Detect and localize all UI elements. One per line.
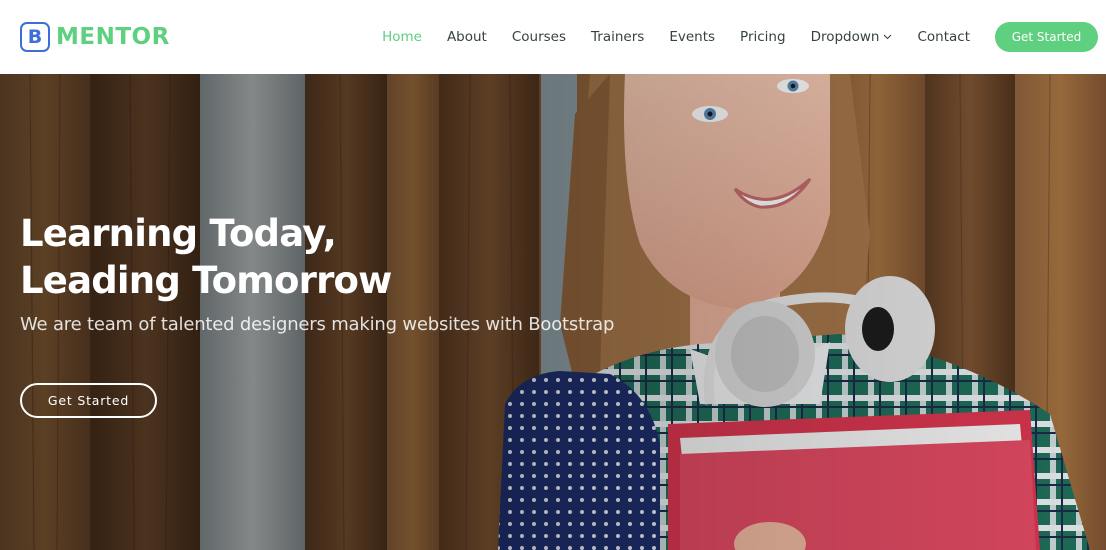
logo-text: MENTOR — [56, 24, 170, 50]
chevron-down-icon — [883, 34, 892, 40]
main-nav: Home About Courses Trainers Events Prici… — [357, 22, 1098, 52]
nav-contact[interactable]: Contact — [917, 29, 970, 45]
hero-content: Learning Today, Leading Tomorrow We are … — [20, 210, 614, 418]
nav-home[interactable]: Home — [382, 29, 422, 45]
nav-dropdown[interactable]: Dropdown — [811, 29, 893, 45]
hero-subtitle: We are team of talented designers making… — [20, 314, 615, 335]
logo-icon: B — [20, 22, 50, 52]
nav-events[interactable]: Events — [669, 29, 715, 45]
nav-about[interactable]: About — [447, 29, 487, 45]
get-started-hero-button[interactable]: Get Started — [20, 383, 157, 418]
nav-dropdown-label: Dropdown — [810, 29, 880, 45]
nav-courses[interactable]: Courses — [512, 29, 566, 45]
hero-title-line1: Learning Today, — [20, 212, 337, 255]
nav-pricing[interactable]: Pricing — [740, 29, 786, 45]
hero-section: Learning Today, Leading Tomorrow We are … — [0, 74, 1106, 550]
get-started-nav-button[interactable]: Get Started — [995, 22, 1098, 52]
logo[interactable]: B MENTOR — [20, 22, 170, 52]
hero-title: Learning Today, Leading Tomorrow — [20, 210, 614, 304]
nav-trainers[interactable]: Trainers — [591, 29, 644, 45]
hero-title-line2: Leading Tomorrow — [20, 259, 392, 302]
site-header: B MENTOR Home About Courses Trainers Eve… — [0, 0, 1106, 74]
